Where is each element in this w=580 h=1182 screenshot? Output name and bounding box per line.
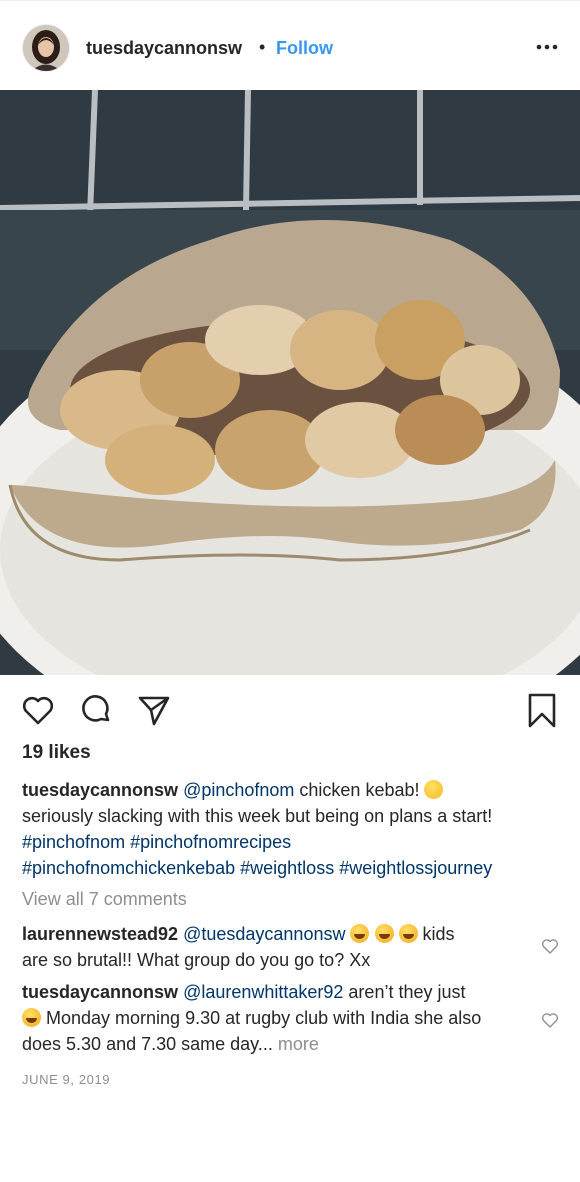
caption: tuesdaycannonsw @pinchofnom chicken keba…	[22, 777, 562, 881]
kebab-photo	[0, 90, 580, 675]
comment-mention[interactable]: @tuesdaycannonsw	[183, 924, 345, 944]
comment-text: kids	[417, 924, 455, 944]
header-username[interactable]: tuesdaycannonsw	[86, 38, 242, 59]
post-photo[interactable]	[0, 90, 580, 675]
post-date[interactable]: JUNE 9, 2019	[22, 1072, 110, 1087]
follow-button[interactable]: Follow	[276, 38, 333, 59]
caption-text: chicken kebab!	[294, 780, 425, 800]
view-all-comments-link[interactable]: View all 7 comments	[22, 889, 187, 910]
avatar[interactable]	[22, 24, 70, 72]
laughing-emoji-icon	[350, 924, 370, 943]
comment-text-line3: does 5.30 and 7.30 same day...	[22, 1034, 273, 1054]
header-separator: •	[259, 37, 266, 57]
caption-text-line2: seriously slacking with this week but be…	[22, 806, 493, 826]
comment-username[interactable]: laurennewstead92	[22, 924, 178, 944]
comment-item: tuesdaycannonsw @laurenwhittaker92 aren’…	[22, 979, 527, 1057]
caption-hashtags-line1[interactable]: #pinchofnom #pinchofnomrecipes	[22, 829, 562, 855]
comment-text-line2: Monday morning 9.30 at rugby club with I…	[41, 1008, 482, 1028]
share-icon[interactable]	[136, 692, 172, 728]
avatar-image	[23, 25, 69, 71]
caption-username[interactable]: tuesdaycannonsw	[22, 780, 178, 800]
smirk-emoji-icon	[424, 780, 444, 799]
laughing-emoji-icon	[374, 924, 394, 943]
comment-like-icon[interactable]	[541, 1011, 559, 1029]
comment-text-line2: are so brutal!! What group do you go to?…	[22, 950, 371, 970]
comment-item: laurennewstead92 @tuesdaycannonsw kids a…	[22, 921, 527, 973]
comment-more-link[interactable]: more	[278, 1034, 319, 1054]
caption-hashtags-line2[interactable]: #pinchofnomchickenkebab #weightloss #wei…	[22, 855, 562, 881]
more-options-icon[interactable]	[532, 32, 562, 62]
likes-count[interactable]: 19 likes	[22, 742, 91, 764]
comment-mention[interactable]: @laurenwhittaker92	[183, 982, 343, 1002]
comment-username[interactable]: tuesdaycannonsw	[22, 982, 178, 1002]
top-border	[0, 0, 580, 1]
post-header: tuesdaycannonsw • Follow	[0, 2, 580, 90]
caption-mention[interactable]: @pinchofnom	[183, 780, 294, 800]
laughing-emoji-icon	[398, 924, 418, 943]
bookmark-icon[interactable]	[524, 692, 560, 728]
comment-icon[interactable]	[78, 692, 114, 728]
action-bar	[0, 686, 580, 734]
comment-like-icon[interactable]	[541, 937, 559, 955]
comment-text: aren’t they just	[343, 982, 466, 1002]
heart-icon[interactable]	[20, 692, 56, 728]
laughing-emoji-icon	[22, 1008, 41, 1027]
